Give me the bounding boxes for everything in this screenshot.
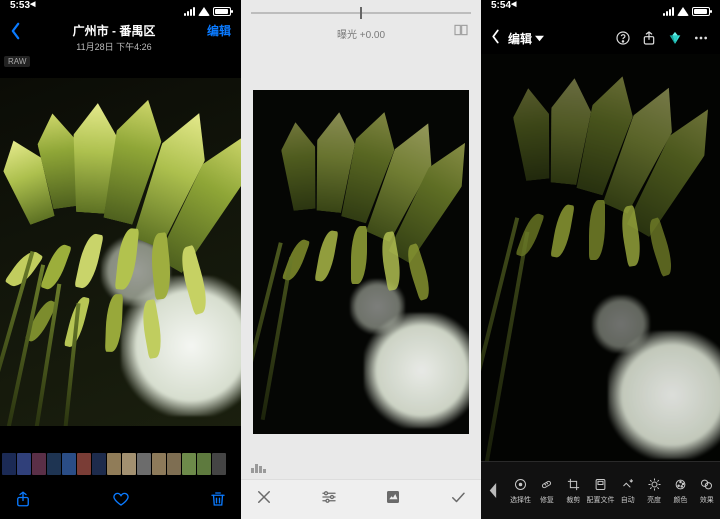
snapseed-adjust-screen: 曝光 +0.00 [241, 0, 481, 519]
favorite-button[interactable] [112, 490, 130, 513]
back-button[interactable] [10, 22, 21, 45]
tool-light[interactable]: 亮度 [641, 462, 667, 519]
back-button[interactable] [491, 29, 500, 47]
battery-icon [692, 7, 710, 16]
tool-scroll-left[interactable] [481, 462, 507, 519]
photo-location: 广州市 - 番禺区 [21, 22, 207, 39]
wifi-icon [198, 7, 210, 16]
cellular-icon [184, 7, 195, 16]
edit-canvas[interactable] [481, 54, 720, 461]
bottom-toolbar [0, 483, 241, 519]
raw-badge: RAW [4, 56, 30, 67]
compare-button[interactable] [453, 22, 469, 38]
status-icons [663, 0, 710, 22]
photos-viewer-screen: 5:53◀ 广州市 - 番禺区 11月28日 下午4:26 编辑 RAW [0, 0, 241, 519]
tool-mode-button[interactable] [384, 488, 402, 511]
tool-color[interactable]: 颜色 [667, 462, 693, 519]
tool-preset[interactable]: 配置文件 [587, 462, 615, 519]
status-time: 5:53◀ [10, 0, 35, 22]
battery-icon [213, 7, 231, 16]
share-button[interactable] [14, 490, 32, 513]
mode-dropdown[interactable]: 编辑 [508, 30, 544, 47]
tool-effects[interactable]: 效果 [694, 462, 720, 519]
chevron-down-icon [535, 34, 544, 43]
adjust-sliders-button[interactable] [320, 488, 338, 511]
tool-strip: 选择性 修复 裁剪 配置文件 自动 亮度 颜色 效果 [481, 461, 720, 519]
settings-button[interactable] [692, 29, 710, 47]
tool-selective[interactable]: 选择性 [507, 462, 533, 519]
value-slider[interactable] [241, 0, 481, 22]
photo-canvas[interactable] [0, 78, 241, 426]
wifi-icon [677, 7, 689, 16]
status-icons [184, 0, 231, 22]
thumbnail-strip[interactable] [0, 453, 241, 483]
cellular-icon [663, 7, 674, 16]
help-button[interactable] [614, 29, 632, 47]
nav-bar: 广州市 - 番禺区 11月28日 下午4:26 编辑 [0, 22, 241, 54]
histogram-button[interactable] [251, 461, 269, 473]
share-button[interactable] [640, 29, 658, 47]
tool-heal[interactable]: 修复 [534, 462, 560, 519]
photo-datetime: 11月28日 下午4:26 [21, 40, 207, 53]
delete-button[interactable] [209, 490, 227, 513]
editor-nav-bar: 编辑 [481, 22, 720, 54]
status-bar: 5:54◀ [481, 0, 720, 22]
edit-canvas[interactable] [253, 90, 469, 434]
tool-auto[interactable]: 自动 [615, 462, 641, 519]
lightroom-edit-screen: 5:54◀ 编辑 [481, 0, 720, 519]
cancel-button[interactable] [255, 488, 273, 511]
edit-button[interactable]: 编辑 [207, 22, 231, 39]
tool-crop[interactable]: 裁剪 [560, 462, 586, 519]
apply-button[interactable] [449, 488, 467, 511]
status-bar: 5:53◀ [0, 0, 241, 22]
photo-title: 广州市 - 番禺区 11月28日 下午4:26 [21, 22, 207, 53]
exposure-param-label: 曝光 +0.00 [337, 26, 385, 41]
edit-bottom-bar [241, 479, 481, 519]
premium-button[interactable] [666, 29, 684, 47]
status-time: 5:54◀ [491, 0, 516, 22]
